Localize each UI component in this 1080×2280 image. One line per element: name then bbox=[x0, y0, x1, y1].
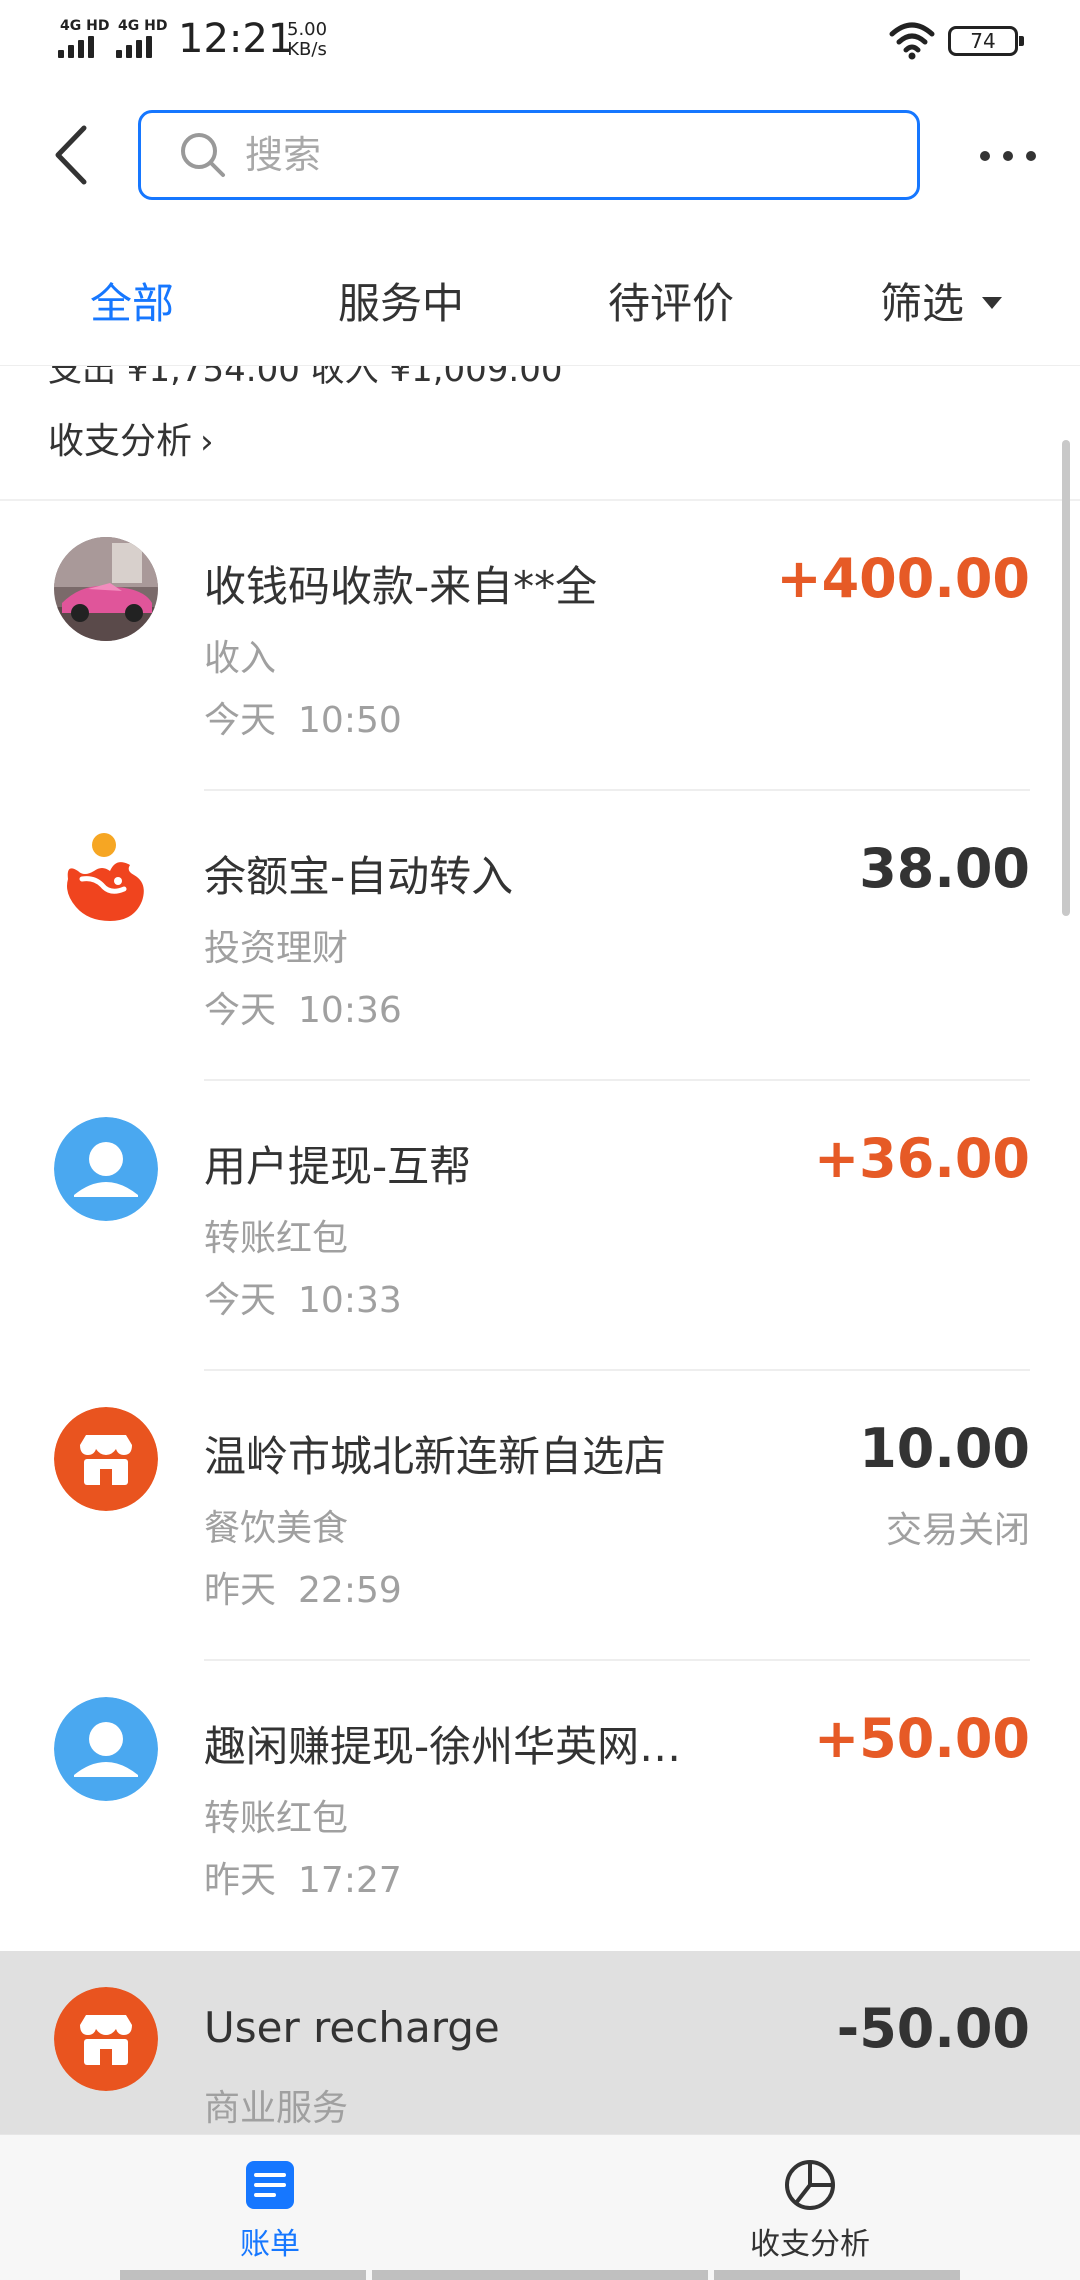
store-icon bbox=[54, 1987, 158, 2091]
transaction-clock: 22:59 bbox=[298, 1570, 402, 1611]
dropdown-arrow-icon bbox=[982, 296, 1003, 309]
more-options-button[interactable] bbox=[980, 128, 1036, 184]
transaction-title: 用户提现-互帮 bbox=[204, 1142, 472, 1191]
transaction-clock: 17:27 bbox=[298, 1860, 402, 1901]
scrollbar[interactable] bbox=[1062, 440, 1070, 916]
tab-label: 服务中 bbox=[338, 279, 465, 328]
transaction-category: 转账红包 bbox=[204, 1218, 349, 1259]
user-icon bbox=[54, 1697, 158, 1801]
bottom-navigation: 账单 收支分析 bbox=[0, 2134, 1080, 2280]
transaction-category: 商业服务 bbox=[204, 2088, 349, 2129]
transaction-amount: 10.00 bbox=[859, 1417, 1030, 1480]
nav-label: 账单 bbox=[240, 2227, 300, 2262]
back-button[interactable] bbox=[48, 120, 98, 190]
transaction-time: 今天 10:36 bbox=[204, 981, 402, 1033]
transaction-row[interactable]: 收钱码收款-来自**全 收入 今天 10:50 +400.00 bbox=[0, 501, 1080, 791]
transaction-amount: -50.00 bbox=[836, 1997, 1030, 2060]
transaction-day: 今天 bbox=[204, 990, 277, 1031]
more-dot-icon bbox=[980, 151, 990, 161]
transaction-time: 昨天 22:59 bbox=[204, 1561, 402, 1613]
tab-filter[interactable]: 筛选 bbox=[880, 270, 1003, 331]
transaction-title: 收钱码收款-来自**全 bbox=[204, 562, 598, 611]
signal-strength-icon: 4G HD bbox=[116, 18, 168, 58]
gesture-bar bbox=[372, 2270, 708, 2280]
network-speed-value: 5.00 bbox=[287, 19, 328, 40]
income-expense-analysis-link[interactable]: 收支分析 › bbox=[48, 412, 214, 464]
transaction-title: User recharge bbox=[204, 2003, 500, 2052]
store-icon bbox=[54, 1407, 158, 1511]
transaction-day: 今天 bbox=[204, 700, 277, 741]
wifi-icon bbox=[889, 22, 935, 60]
search-icon bbox=[181, 133, 225, 177]
sim2-label: 4G HD bbox=[118, 18, 168, 34]
transaction-row[interactable]: 余额宝-自动转入 投资理财 今天 10:36 38.00 bbox=[0, 791, 1080, 1081]
bill-icon bbox=[246, 2161, 294, 2209]
transaction-day: 昨天 bbox=[204, 1860, 277, 1901]
tab-label: 筛选 bbox=[880, 279, 965, 328]
filter-tabs: 全部 服务中 待评价 筛选 bbox=[0, 250, 1080, 366]
transaction-category: 转账红包 bbox=[204, 1798, 349, 1839]
transaction-time: 今天 10:33 bbox=[204, 1271, 402, 1323]
user-icon bbox=[54, 1117, 158, 1221]
transaction-title: 趣闲赚提现-徐州华英网… bbox=[204, 1722, 682, 1771]
transaction-day: 昨天 bbox=[204, 1570, 277, 1611]
search-box[interactable] bbox=[138, 110, 920, 200]
transaction-row[interactable]: 用户提现-互帮 转账红包 今天 10:33 +36.00 bbox=[0, 1081, 1080, 1371]
transaction-clock: 10:36 bbox=[298, 990, 402, 1031]
tab-all[interactable]: 全部 bbox=[90, 270, 174, 331]
battery-level: 74 bbox=[970, 29, 996, 53]
transaction-category: 投资理财 bbox=[204, 928, 349, 969]
transaction-category: 收入 bbox=[204, 638, 277, 679]
clock: 12:21 bbox=[178, 16, 294, 62]
more-dot-icon bbox=[1026, 151, 1036, 161]
transaction-time: 昨天 17:27 bbox=[204, 1851, 402, 1903]
transaction-title: 余额宝-自动转入 bbox=[204, 852, 514, 901]
transaction-row[interactable]: 趣闲赚提现-徐州华英网… 转账红包 昨天 17:27 +50.00 bbox=[0, 1661, 1080, 1951]
nav-bill[interactable]: 账单 bbox=[170, 2157, 370, 2263]
gesture-bar bbox=[714, 2270, 960, 2280]
sim1-label: 4G HD bbox=[60, 18, 110, 34]
network-speed: 5.00 KB/s bbox=[287, 20, 327, 60]
transaction-title: 温岭市城北新连新自选店 bbox=[204, 1432, 667, 1481]
summary-totals: 支出 ¥1,754.00 收入 ¥1,009.00 bbox=[48, 366, 563, 390]
summary-section: 支出 ¥1,754.00 收入 ¥1,009.00 收支分析 › bbox=[0, 366, 1080, 501]
analysis-label: 收支分析 bbox=[48, 421, 193, 462]
search-input[interactable] bbox=[243, 132, 843, 178]
transaction-amount: +36.00 bbox=[813, 1127, 1030, 1190]
yuebao-icon bbox=[54, 827, 158, 931]
pie-chart-icon bbox=[785, 2160, 835, 2210]
nav-label: 收支分析 bbox=[750, 2227, 870, 2262]
transaction-clock: 10:33 bbox=[298, 1280, 402, 1321]
chevron-right-icon: › bbox=[200, 422, 214, 462]
transaction-clock: 10:50 bbox=[298, 700, 402, 741]
transaction-day: 今天 bbox=[204, 1280, 277, 1321]
photo-avatar bbox=[54, 537, 158, 641]
transaction-status: 交易关闭 bbox=[885, 1510, 1030, 1551]
transaction-row[interactable]: 温岭市城北新连新自选店 餐饮美食 昨天 22:59 10.00 交易关闭 bbox=[0, 1371, 1080, 1661]
tab-label: 待评价 bbox=[608, 279, 735, 328]
tab-to-review[interactable]: 待评价 bbox=[608, 270, 734, 331]
nav-analysis[interactable]: 收支分析 bbox=[710, 2157, 910, 2263]
tab-in-service[interactable]: 服务中 bbox=[338, 270, 464, 331]
transaction-list: 收钱码收款-来自**全 收入 今天 10:50 +400.00 余额宝-自动转入 … bbox=[0, 501, 1080, 2241]
transaction-amount: 38.00 bbox=[859, 837, 1030, 900]
transaction-amount: +400.00 bbox=[776, 547, 1030, 610]
status-bar: 4G HD 4G HD 12:21 5.00 KB/s 74 bbox=[0, 0, 1080, 80]
transaction-time: 今天 10:50 bbox=[204, 691, 402, 743]
battery-icon: 74 bbox=[948, 26, 1024, 56]
signal-strength-icon: 4G HD bbox=[58, 18, 110, 58]
gesture-bar bbox=[120, 2270, 366, 2280]
tab-label: 全部 bbox=[90, 279, 175, 328]
more-dot-icon bbox=[1003, 151, 1013, 161]
transaction-amount: +50.00 bbox=[813, 1707, 1030, 1770]
transaction-category: 餐饮美食 bbox=[204, 1508, 349, 1549]
network-speed-unit: KB/s bbox=[287, 39, 327, 60]
